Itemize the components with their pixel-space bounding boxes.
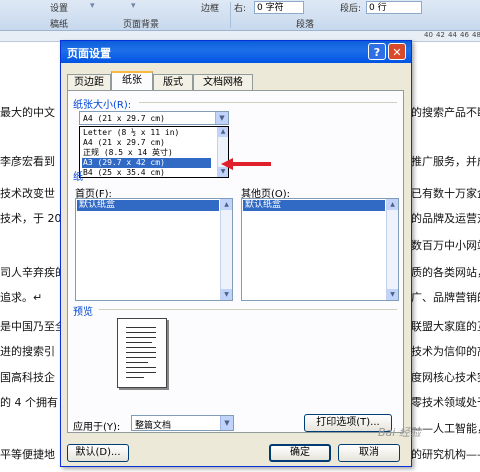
group-page-bg-label: 页面背景: [123, 20, 160, 30]
page-preview: [117, 318, 167, 388]
paper-size-dropdown-list[interactable]: Letter (8 ½ x 11 in) A4 (21 x 29.7 cm) 正…: [79, 126, 229, 178]
chevron-down-icon[interactable]: ▼: [215, 112, 228, 124]
group-draft-label: 稿纸: [50, 20, 69, 30]
space-after-label: 段后:: [340, 4, 362, 14]
dropdown-icon[interactable]: ▾: [131, 1, 136, 11]
doc-line: 的搜索产品不断: [411, 106, 480, 119]
border-button[interactable]: 边框: [201, 1, 219, 14]
doc-line: 的品牌及运营对: [411, 212, 480, 225]
right-indent-field[interactable]: 0 字符: [254, 1, 304, 14]
scroll-up-icon[interactable]: ▲: [218, 127, 228, 137]
paper-size-value: A4 (21 x 29.7 cm): [83, 114, 165, 123]
ribbon: 设置 ▾ ▾ 边框 右: 0 字符 段后: 0 行 稿纸 页面背景 段落: [0, 0, 480, 31]
paper-size-option-selected[interactable]: A3 (29.7 x 42 cm): [82, 158, 211, 168]
scroll-up-icon[interactable]: ▲: [221, 199, 232, 210]
ok-button[interactable]: 确定: [269, 444, 331, 462]
cancel-button[interactable]: 取消: [338, 444, 400, 462]
doc-line: 技术为信仰的高: [411, 345, 480, 358]
tab-document-grid[interactable]: 文档网格: [193, 74, 253, 90]
divider: [139, 102, 397, 103]
tab-paper[interactable]: 纸张: [111, 71, 153, 91]
doc-line: 度网核心技术突: [411, 371, 480, 384]
doc-line: 已有数十万家企: [411, 187, 480, 200]
doc-line: ——人工智能，: [411, 422, 480, 435]
doc-line: 李彦宏看到: [0, 155, 55, 168]
apply-to-select[interactable]: 整篇文档 ▼: [131, 415, 234, 431]
scroll-up-icon[interactable]: ▲: [387, 199, 398, 210]
other-pages-tray-list[interactable]: 默认纸盒 ▲ ▼: [241, 198, 399, 301]
chevron-down-icon[interactable]: ▼: [220, 416, 233, 430]
listbox-scrollbar[interactable]: ▲ ▼: [220, 199, 232, 300]
paper-source-label: 纸: [73, 172, 83, 183]
help-button[interactable]: ?: [368, 43, 386, 60]
paper-size-option[interactable]: Letter (8 ½ x 11 in): [82, 128, 211, 138]
doc-line: 平等便捷地: [0, 448, 55, 461]
doc-line: 追求。↵: [0, 291, 43, 304]
red-arrow-annotation: [221, 158, 271, 170]
doc-line: 推广服务，并成: [411, 155, 480, 168]
space-after-field[interactable]: 0 行: [366, 1, 422, 14]
doc-line: 最大的中文: [0, 106, 55, 119]
doc-line: 是中国乃至全: [0, 320, 66, 333]
page-setup-dialog: 页面设置 ? ✕ 页边距 纸张 版式 文档网格 纸张大小(R): A4 (21 …: [60, 40, 412, 467]
dialog-titlebar[interactable]: 页面设置 ? ✕: [61, 41, 411, 63]
paper-size-option[interactable]: B4 (25 x 35.4 cm): [82, 168, 211, 178]
doc-line: 零技术领域处于: [411, 396, 480, 409]
other-pages-tray-item[interactable]: 默认纸盒: [243, 200, 385, 211]
doc-line: 广、品牌营销的: [411, 291, 480, 304]
doc-line: 技术，于 20: [0, 212, 62, 225]
paper-size-select[interactable]: A4 (21 x 29.7 cm) ▼: [79, 111, 229, 125]
ruler-number: 46: [460, 31, 469, 39]
doc-line: 质的各类网站，: [411, 266, 480, 279]
doc-line: 国高科技企: [0, 371, 55, 384]
dropdown-icon[interactable]: ▾: [90, 1, 95, 11]
apply-to-value: 整篇文档: [135, 421, 172, 431]
doc-line: 数百万中小网站: [411, 239, 480, 252]
ruler-number: 42: [436, 31, 445, 39]
close-button[interactable]: ✕: [388, 43, 406, 60]
tab-layout[interactable]: 版式: [153, 74, 193, 90]
dialog-title: 页面设置: [67, 47, 111, 60]
ruler-number: 44: [448, 31, 457, 39]
scroll-down-icon[interactable]: ▼: [387, 289, 398, 300]
tab-margins[interactable]: 页边距: [67, 74, 111, 90]
doc-line: 的 4 个拥有: [0, 396, 58, 409]
divider: [99, 309, 397, 310]
paper-size-option[interactable]: 正规 (8.5 x 14 英寸): [82, 148, 211, 158]
doc-line: 进的搜索引: [0, 345, 55, 358]
listbox-scrollbar[interactable]: ▲ ▼: [386, 199, 398, 300]
paper-size-label: 纸张大小(R):: [73, 100, 132, 111]
group-paragraph-label: 段落: [296, 20, 315, 30]
doc-line: 技术改变世: [0, 187, 55, 200]
scroll-down-icon[interactable]: ▼: [221, 289, 232, 300]
first-page-tray-list[interactable]: 默认纸盒 ▲ ▼: [75, 198, 233, 301]
default-button[interactable]: 默认(D)...: [67, 444, 129, 462]
doc-line: 的研究机构——: [411, 448, 480, 461]
preview-label: 预览: [73, 307, 93, 318]
first-page-tray-item[interactable]: 默认纸盒: [77, 200, 219, 211]
paper-size-option[interactable]: A4 (21 x 29.7 cm): [82, 138, 211, 148]
right-indent-label: 右:: [234, 4, 247, 14]
doc-line: 司人辛弃疾的: [0, 266, 66, 279]
ruler-number: 40: [424, 31, 433, 39]
setting-button[interactable]: 设置: [50, 1, 68, 14]
ruler-number: 48: [472, 31, 480, 39]
apply-to-label: 应用于(Y):: [73, 422, 121, 433]
watermark: Bai 经验: [378, 426, 421, 439]
doc-line: 联盟大家庭的互: [411, 320, 480, 333]
